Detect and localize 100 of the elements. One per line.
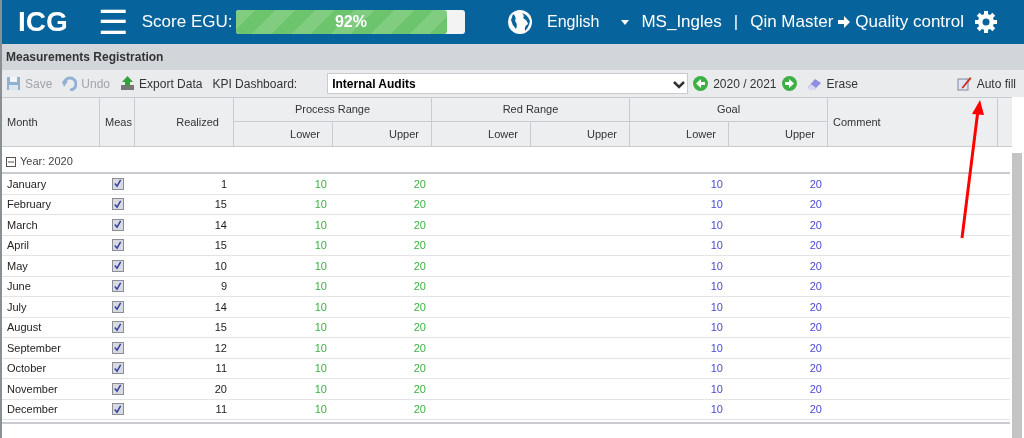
checkbox[interactable]: [111, 239, 124, 252]
goal-cell-text: 20: [808, 381, 823, 397]
range-cell-text: 20: [412, 176, 427, 192]
globe-icon[interactable]: [506, 9, 533, 35]
month-cell-text: June: [6, 279, 32, 294]
column-header[interactable]: Lower: [630, 122, 729, 146]
next-year-button[interactable]: [781, 76, 797, 91]
caret-icon[interactable]: [621, 19, 630, 25]
realized-cell-text: 15: [213, 238, 228, 253]
checkbox[interactable]: [111, 300, 124, 313]
eraser-icon: [806, 76, 822, 91]
column-header[interactable]: Meas: [100, 98, 135, 146]
scrollbar[interactable]: [1012, 153, 1022, 438]
range-cell-text: 20: [412, 320, 427, 335]
range-cell-text: 20: [412, 402, 427, 417]
month-cell-text: September: [6, 340, 62, 356]
kpi-label: KPI Dashboard:: [212, 75, 298, 93]
range-cell-text: 20: [412, 340, 427, 356]
arrow-right-icon: [837, 15, 852, 29]
goal-cell-text: 10: [709, 197, 724, 212]
separator: |: [733, 11, 739, 34]
user-name[interactable]: MS_Ingles: [641, 9, 722, 35]
score-value: 92%: [333, 12, 368, 32]
range-cell-text: 20: [412, 381, 427, 397]
range-cell-text: 20: [412, 299, 427, 315]
realized-cell-text: 11: [214, 402, 228, 417]
month-cell-text: March: [6, 217, 39, 233]
checkbox[interactable]: [111, 259, 124, 272]
auto-fill-button[interactable]: Auto fill: [956, 74, 1016, 93]
realized-cell-text: 11: [214, 361, 228, 376]
goal-cell-text: 20: [808, 361, 823, 376]
goal-cell-text: 20: [808, 320, 823, 335]
checkbox[interactable]: [111, 341, 124, 354]
previous-year-button[interactable]: [693, 76, 709, 91]
column-header[interactable]: Month: [2, 98, 100, 146]
goal-cell-text: 10: [709, 176, 724, 192]
range-cell-text: 10: [313, 381, 328, 397]
goal-cell-text: 20: [808, 402, 823, 417]
column-header[interactable]: Lower: [234, 122, 333, 146]
range-cell-text: 20: [412, 217, 427, 233]
column-header[interactable]: Lower: [432, 122, 531, 146]
export-arrow-icon: [120, 76, 136, 91]
checkbox[interactable]: [111, 403, 124, 416]
group-label: Year: 2020: [20, 154, 73, 170]
export-data-button[interactable]: Export Data: [120, 74, 203, 93]
column-group-header: Process Range: [234, 98, 432, 122]
pencil-note-icon: [956, 76, 972, 91]
checkbox[interactable]: [111, 280, 124, 293]
month-cell-text: November: [6, 381, 59, 397]
checkbox[interactable]: [111, 177, 124, 190]
column-header[interactable]: Upper: [333, 122, 432, 146]
column-header[interactable]: Realized: [135, 98, 234, 146]
range-cell-text: 10: [313, 361, 328, 376]
column-group-header: Red Range: [432, 98, 630, 122]
realized-cell-text: 1: [219, 176, 228, 192]
breadcrumb-item[interactable]: Qin Master: [750, 9, 834, 35]
column-group-header: Goal: [630, 98, 828, 122]
checkbox[interactable]: [111, 382, 124, 395]
panel-title: Measurements Registration: [6, 49, 164, 66]
goal-cell-text: 10: [709, 340, 724, 356]
kpi-dropdown[interactable]: Internal Audits: [327, 73, 689, 94]
breadcrumb-item[interactable]: Quality control: [855, 9, 964, 35]
range-cell-text: 20: [412, 238, 427, 253]
month-cell-text: February: [6, 197, 53, 212]
month-cell-text: May: [6, 258, 29, 274]
range-cell-text: 20: [412, 258, 427, 274]
range-cell-text: 20: [412, 279, 427, 294]
goal-cell-text: 10: [709, 279, 724, 294]
range-cell-text: 20: [412, 197, 427, 212]
realized-cell-text: 10: [213, 258, 228, 274]
collapse-icon[interactable]: [6, 156, 16, 167]
goal-cell-text: 20: [808, 279, 823, 294]
range-cell-text: 10: [313, 299, 328, 315]
language-label[interactable]: English: [546, 10, 600, 34]
checkbox[interactable]: [111, 198, 124, 211]
column-header[interactable]: Upper: [729, 122, 828, 146]
month-cell-text: April: [6, 238, 30, 253]
goal-cell-text: 20: [808, 299, 823, 315]
range-cell-text: 10: [313, 279, 328, 294]
month-cell-text: August: [6, 320, 43, 335]
goal-cell-text: 20: [808, 197, 823, 212]
realized-cell-text: 9: [219, 279, 228, 294]
range-cell-text: 10: [313, 176, 328, 192]
score-label: Score EGU:: [141, 11, 233, 34]
realized-cell-text: 20: [213, 381, 228, 397]
goal-cell-text: 10: [709, 217, 724, 233]
realized-cell-text: 14: [213, 299, 228, 315]
goal-cell-text: 10: [709, 299, 724, 315]
erase-button[interactable]: Erase: [806, 74, 858, 93]
realized-cell-text: 12: [213, 340, 228, 356]
range-cell-text: 10: [313, 402, 328, 417]
checkbox[interactable]: [111, 321, 124, 334]
range-cell-text: 10: [313, 340, 328, 356]
goal-cell-text: 20: [808, 238, 823, 253]
goal-cell-text: 10: [709, 238, 724, 253]
column-header[interactable]: Upper: [531, 122, 630, 146]
range-cell-text: 10: [313, 320, 328, 335]
checkbox[interactable]: [111, 362, 124, 375]
goal-cell-text: 20: [808, 258, 823, 274]
checkbox[interactable]: [111, 218, 124, 231]
